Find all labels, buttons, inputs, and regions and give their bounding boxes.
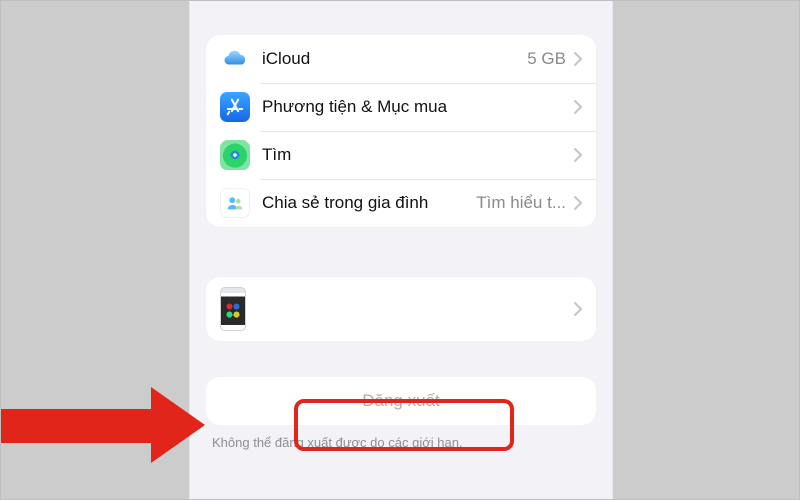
appstore-icon <box>220 92 250 122</box>
chevron-right-icon <box>574 52 582 66</box>
row-label: Chia sẻ trong gia đình <box>262 193 476 213</box>
cloud-icon <box>220 44 250 74</box>
chevron-right-icon <box>574 196 582 210</box>
chevron-right-icon <box>574 302 582 316</box>
row-family-sharing[interactable]: Chia sẻ trong gia đình Tìm hiểu t... <box>206 179 596 227</box>
row-media-purchases[interactable]: Phương tiện & Mục mua <box>206 83 596 131</box>
canvas: iCloud 5 GB Phương tiện & Mục mua Tìm <box>0 0 800 500</box>
chevron-right-icon <box>574 100 582 114</box>
settings-screen: iCloud 5 GB Phương tiện & Mục mua Tìm <box>189 1 613 499</box>
row-find[interactable]: Tìm <box>206 131 596 179</box>
device-thumbnail-icon <box>220 287 246 331</box>
row-label: iCloud <box>262 49 527 69</box>
account-group: iCloud 5 GB Phương tiện & Mục mua Tìm <box>206 35 596 227</box>
row-label: Phương tiện & Mục mua <box>262 97 574 117</box>
sign-out-footnote: Không thể đăng xuất được do các giới hạn… <box>212 435 590 450</box>
chevron-right-icon <box>574 148 582 162</box>
sign-out-label: Đăng xuất <box>362 391 440 410</box>
devices-group <box>206 277 596 341</box>
sign-out-button[interactable]: Đăng xuất <box>206 377 596 425</box>
row-label: Tìm <box>262 145 574 165</box>
row-detail: Tìm hiểu t... <box>476 193 566 213</box>
find-my-icon <box>220 140 250 170</box>
row-icloud[interactable]: iCloud 5 GB <box>206 35 596 83</box>
row-device[interactable] <box>206 277 596 341</box>
row-detail: 5 GB <box>527 49 566 69</box>
family-sharing-icon <box>220 188 250 218</box>
